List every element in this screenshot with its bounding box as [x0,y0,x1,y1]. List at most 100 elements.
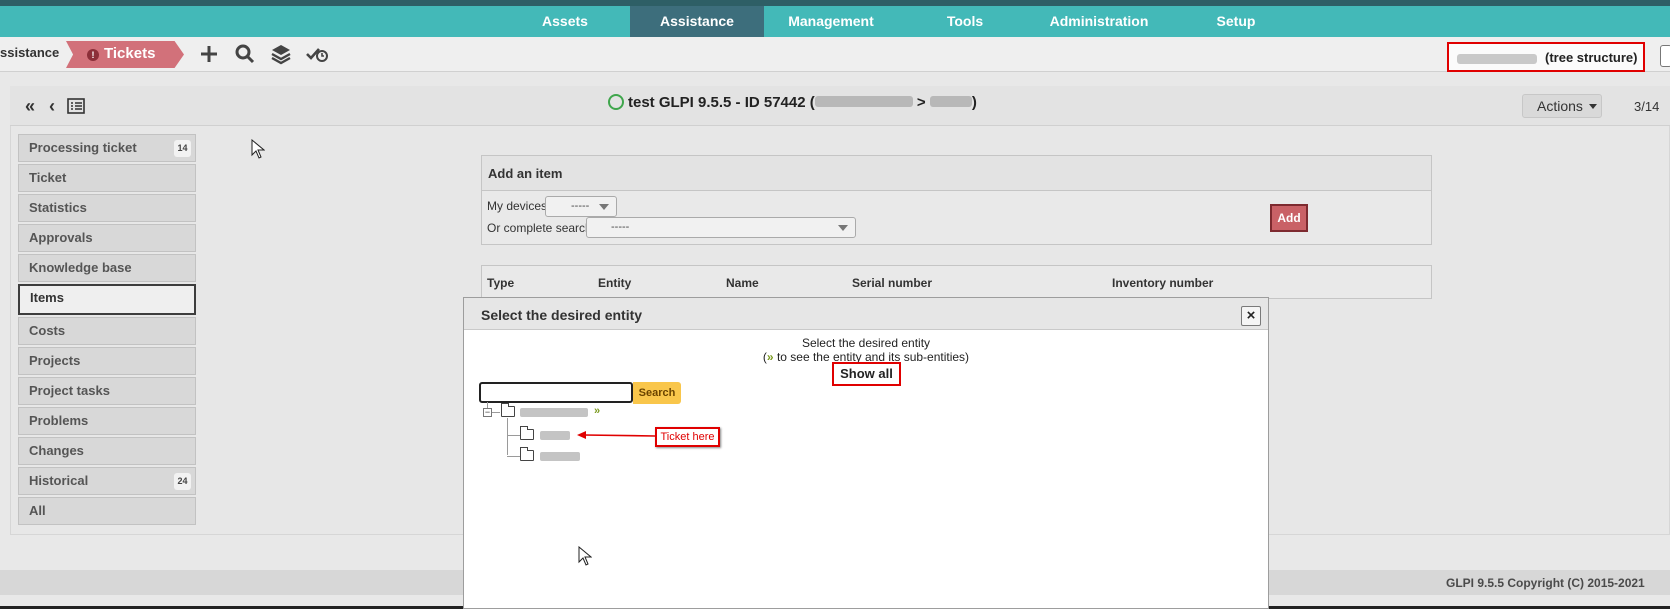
breadcrumb-assistance[interactable]: ssistance [0,45,59,60]
layers-icon[interactable] [269,42,293,66]
tab-ticket[interactable]: Ticket [18,164,196,192]
breadcrumb-bar: ssistance ! Tickets [0,37,1670,72]
tab-label: Projects [29,353,81,368]
tree-connector [507,456,520,457]
list-icon[interactable] [67,98,85,114]
my-devices-label: My devices [487,199,548,213]
column-type[interactable]: Type [487,276,514,290]
collapse-toggle[interactable]: − [483,408,492,417]
tree-node-root[interactable] [520,408,588,417]
tab-label: All [29,503,46,518]
breadcrumb-tickets[interactable]: ! Tickets [66,41,184,68]
copyright-text: GLPI 9.5.5 Copyright (C) 2015-2021 [1446,576,1645,590]
ticket-title-suffix: ) [971,94,977,111]
tab-items[interactable]: Items [18,284,196,315]
caret-down-icon [1588,104,1597,109]
dialog-instruction: Select the desired entity [801,336,931,350]
tab-label: Costs [29,323,66,338]
circle-new-icon [608,94,624,110]
entity-search-input[interactable] [479,382,633,403]
add-item-panel: Add an item My devices ----- Or complete… [481,155,1432,245]
tree-node-child-2[interactable] [540,452,580,461]
entity-tree-label: (tree structure) [1545,50,1638,65]
complete-search-value: ----- [611,221,630,233]
chevron-down-icon [838,225,848,231]
tab-changes[interactable]: Changes [18,437,196,465]
redacted-entity-name [1457,54,1537,64]
menu-assets[interactable]: Assets [514,6,616,37]
tab-statistics[interactable]: Statistics [18,194,196,222]
redacted-entity-parent [814,96,913,107]
count-badge: 14 [174,140,191,157]
tree-connector [492,412,500,413]
annotation-label: Ticket here [655,427,720,447]
previous-icon[interactable]: ‹ [49,96,55,117]
tab-processing-ticket[interactable]: Processing ticket 14 [18,134,196,162]
actions-label: Actions [1537,98,1583,114]
tree-node-child-1[interactable] [540,431,570,440]
tab-projects[interactable]: Projects [18,347,196,375]
tab-costs[interactable]: Costs [18,317,196,345]
first-page-icon[interactable]: « [25,96,35,117]
dialog-header: Select the desired entity × [464,298,1268,330]
tab-label: Items [30,290,64,305]
entity-separator: > [916,94,926,111]
menu-management[interactable]: Management [764,6,898,37]
count-badge: 24 [174,473,191,490]
entity-tree-selector[interactable]: (tree structure) [1447,42,1645,72]
actions-button[interactable]: Actions [1522,94,1602,118]
tab-label: Knowledge base [29,260,132,275]
breadcrumb-tickets-label: Tickets [104,45,156,62]
chevron-down-icon [599,204,609,210]
tab-label: Problems [29,413,89,428]
menu-assistance[interactable]: Assistance [630,6,764,37]
tab-label: Processing ticket [29,140,137,155]
annotation-arrow-icon [577,431,656,439]
tab-label: Ticket [29,170,67,185]
tab-problems[interactable]: Problems [18,407,196,435]
exclamation-icon: ! [87,49,99,61]
tab-label: Changes [29,443,84,458]
tree-connector [507,418,508,455]
my-devices-select[interactable]: ----- [545,196,617,217]
ticket-tabs: Processing ticket 14 Ticket Statistics Ap… [18,134,196,527]
add-item-header: Add an item [482,156,1431,191]
search-icon[interactable] [233,42,257,66]
tab-project-tasks[interactable]: Project tasks [18,377,196,405]
dialog-title: Select the desired entity [481,307,643,323]
complete-search-label: Or complete search [487,221,592,235]
close-icon[interactable]: × [1241,306,1261,326]
column-name[interactable]: Name [726,276,759,290]
folder-icon [520,426,534,440]
column-inventory-number[interactable]: Inventory number [1112,276,1213,290]
main-menu: Assets Assistance Management Tools Admin… [0,6,1670,37]
ticket-title: test GLPI 9.5.5 - ID 57442 ( > ) [608,94,977,111]
menu-tools[interactable]: Tools [912,6,1018,37]
my-devices-value: ----- [571,200,590,212]
entity-search-button[interactable]: Search [633,382,681,404]
clipped-button[interactable] [1660,45,1670,67]
items-table: Type Entity Name Serial number Inventory… [481,265,1432,299]
column-serial-number[interactable]: Serial number [852,276,932,290]
tab-all[interactable]: All [18,497,196,525]
complete-search-select[interactable]: ----- [586,217,856,238]
menu-administration[interactable]: Administration [1030,6,1168,37]
tab-approvals[interactable]: Approvals [18,224,196,252]
double-chevron-icon: » [766,350,774,364]
tab-label: Statistics [29,200,87,215]
double-chevron-icon[interactable]: » [594,405,600,417]
folder-icon [520,447,534,461]
pager: 3/14 [1634,99,1660,114]
plus-icon[interactable] [197,42,221,66]
check-clock-icon[interactable] [305,42,329,66]
tab-label: Approvals [29,230,93,245]
tab-historical[interactable]: Historical 24 [18,467,196,495]
menu-setup[interactable]: Setup [1190,6,1282,37]
show-all-link[interactable]: Show all [832,362,901,386]
folder-icon [501,403,515,417]
tab-label: Historical [29,473,89,488]
column-entity[interactable]: Entity [598,276,631,290]
tab-knowledge-base[interactable]: Knowledge base [18,254,196,282]
add-button[interactable]: Add [1270,204,1308,232]
tab-label: Project tasks [29,383,110,398]
